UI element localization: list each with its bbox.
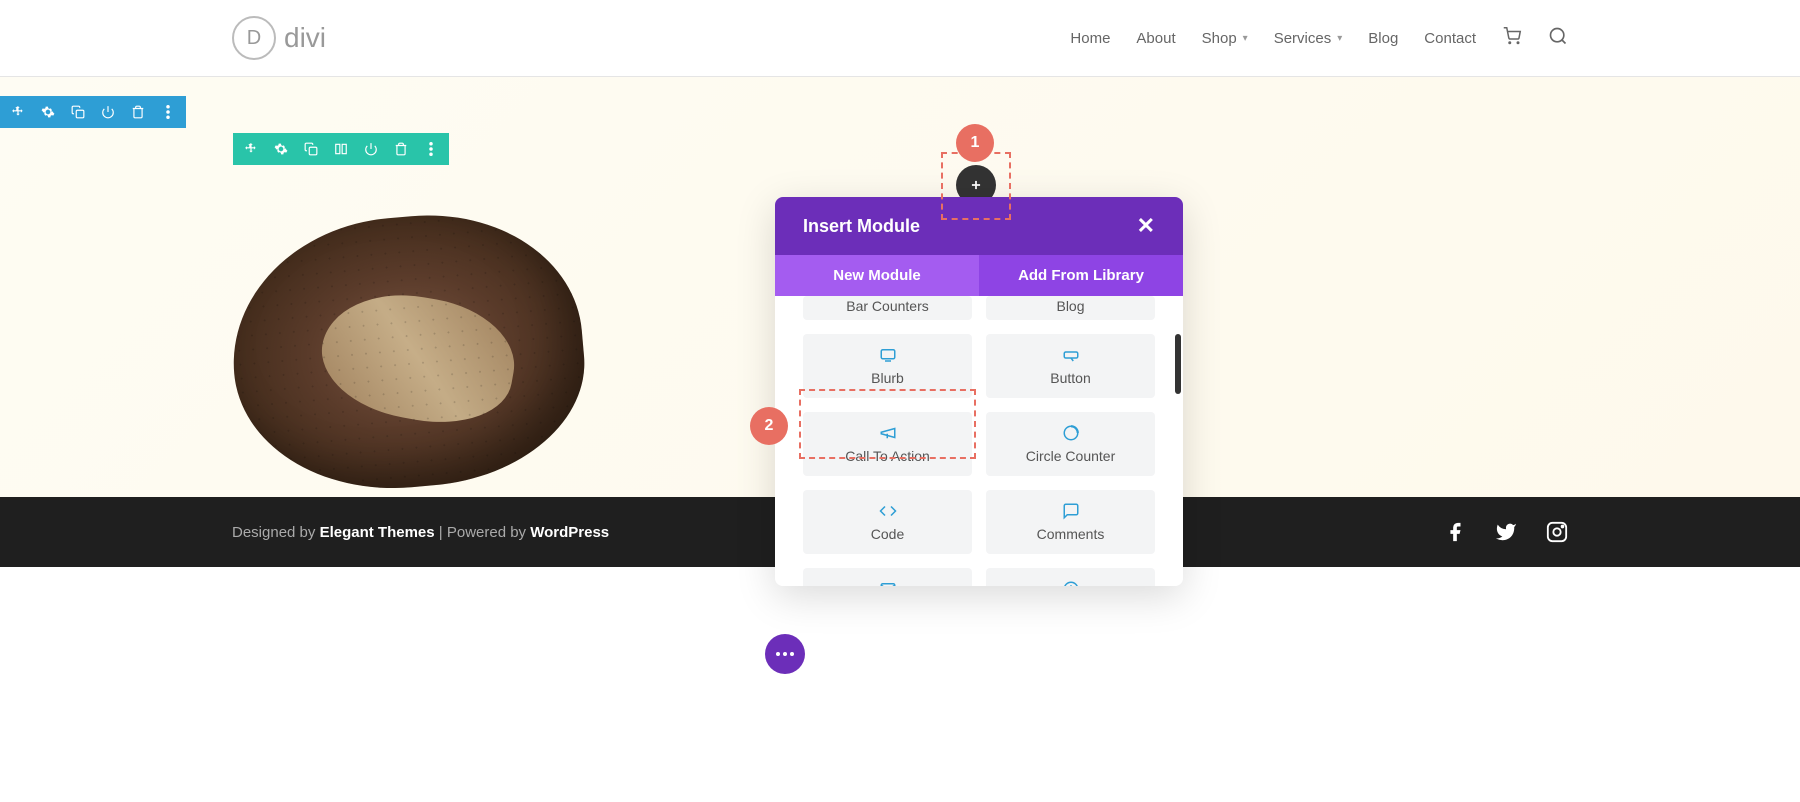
module-comments[interactable]: Comments — [986, 490, 1155, 554]
megaphone-icon — [879, 424, 897, 442]
more-icon[interactable] — [160, 104, 176, 120]
logo-text: divi — [284, 22, 326, 54]
instagram-icon[interactable] — [1546, 521, 1568, 543]
nav-blog[interactable]: Blog — [1368, 30, 1398, 47]
social-links — [1444, 521, 1568, 543]
circle-counter-icon — [1062, 424, 1080, 442]
nav-services[interactable]: Services▾ — [1274, 30, 1343, 47]
move-icon[interactable] — [10, 104, 26, 120]
logo-icon: D — [232, 16, 276, 60]
move-icon[interactable] — [243, 141, 259, 157]
mail-icon — [879, 580, 897, 586]
duplicate-icon[interactable] — [70, 104, 86, 120]
chevron-down-icon: ▾ — [1337, 33, 1342, 44]
modal-body[interactable]: Bar Counters Blog Blurb Button Call To A… — [775, 296, 1183, 586]
logo[interactable]: D divi — [232, 16, 326, 60]
row-toolbar — [233, 133, 449, 165]
search-icon[interactable] — [1548, 26, 1568, 51]
module-circle-counter[interactable]: Circle Counter — [986, 412, 1155, 476]
module-code[interactable]: Code — [803, 490, 972, 554]
insert-module-modal: Insert Module ✕ New Module Add From Libr… — [775, 197, 1183, 586]
nav-home[interactable]: Home — [1070, 30, 1110, 47]
module-bar-counters[interactable]: Bar Counters — [803, 296, 972, 320]
clock-icon — [1062, 580, 1080, 586]
nav-about[interactable]: About — [1136, 30, 1175, 47]
button-icon — [1062, 346, 1080, 364]
scrollbar-thumb[interactable] — [1175, 334, 1181, 394]
main-nav: Home About Shop▾ Services▾ Blog Contact — [1070, 26, 1568, 51]
trash-icon[interactable] — [130, 104, 146, 120]
tab-new-module[interactable]: New Module — [775, 255, 979, 296]
modal-tabs: New Module Add From Library — [775, 255, 1183, 296]
columns-icon[interactable] — [333, 141, 349, 157]
module-blurb[interactable]: Blurb — [803, 334, 972, 398]
comments-icon — [1062, 502, 1080, 520]
power-icon[interactable] — [363, 141, 379, 157]
gear-icon[interactable] — [273, 141, 289, 157]
annotation-badge-1: 1 — [956, 124, 994, 162]
module-call-to-action[interactable]: Call To Action — [803, 412, 972, 476]
duplicate-icon[interactable] — [303, 141, 319, 157]
gear-icon[interactable] — [40, 104, 56, 120]
module-contact-form[interactable]: Contact Form — [803, 568, 972, 586]
close-icon[interactable]: ✕ — [1137, 213, 1155, 239]
image-module[interactable] — [233, 217, 583, 487]
facebook-icon[interactable] — [1444, 521, 1466, 543]
more-icon[interactable] — [423, 141, 439, 157]
nav-shop[interactable]: Shop▾ — [1202, 30, 1248, 47]
nav-contact[interactable]: Contact — [1424, 30, 1476, 47]
module-countdown-timer[interactable]: Countdown Timer — [986, 568, 1155, 586]
cart-icon[interactable] — [1502, 27, 1522, 50]
module-button[interactable]: Button — [986, 334, 1155, 398]
section-toolbar — [0, 96, 186, 128]
code-icon — [879, 502, 897, 520]
footer-credits: Designed by Elegant Themes | Powered by … — [232, 524, 609, 541]
tab-add-from-library[interactable]: Add From Library — [979, 255, 1183, 296]
modal-title: Insert Module — [803, 216, 920, 237]
site-header: D divi Home About Shop▾ Services▾ Blog C… — [0, 0, 1800, 77]
modal-header: Insert Module ✕ — [775, 197, 1183, 255]
twitter-icon[interactable] — [1494, 521, 1518, 543]
trash-icon[interactable] — [393, 141, 409, 157]
module-blog[interactable]: Blog — [986, 296, 1155, 320]
blurb-icon — [879, 346, 897, 364]
power-icon[interactable] — [100, 104, 116, 120]
annotation-badge-2: 2 — [750, 407, 788, 445]
chevron-down-icon: ▾ — [1243, 33, 1248, 44]
builder-canvas: 1 2 Insert Module ✕ New Module Add From … — [0, 77, 1800, 497]
builder-fab[interactable] — [765, 634, 805, 674]
